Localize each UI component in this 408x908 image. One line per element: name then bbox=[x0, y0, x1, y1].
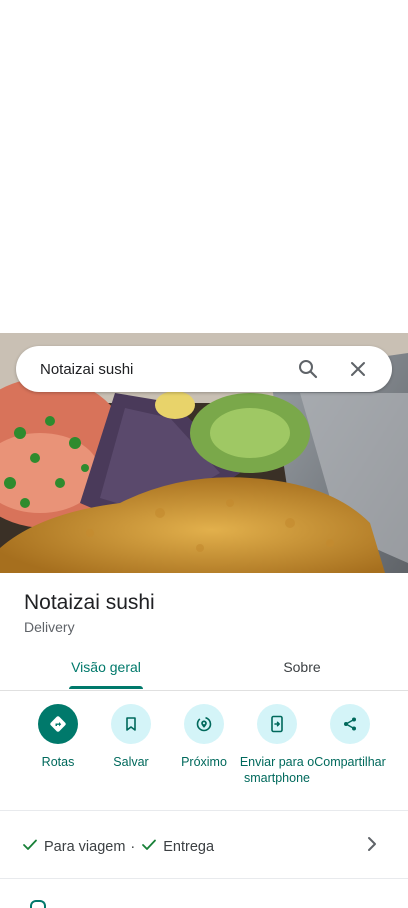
search-query[interactable]: Notaizai sushi bbox=[40, 361, 296, 378]
bookmark-icon bbox=[111, 704, 151, 744]
action-buttons: Rotas Salvar Próximo Enviar para o smart… bbox=[0, 690, 408, 811]
nearby-icon bbox=[184, 704, 224, 744]
tab-overview[interactable]: Visão geral bbox=[0, 645, 212, 689]
directions-button[interactable]: Rotas bbox=[18, 704, 98, 770]
check-icon bbox=[22, 838, 38, 856]
nearby-label: Próximo bbox=[181, 755, 227, 769]
nearby-button[interactable]: Próximo bbox=[164, 704, 244, 770]
save-button[interactable]: Salvar bbox=[91, 704, 171, 770]
tab-about[interactable]: Sobre bbox=[196, 645, 408, 689]
tab-bar: Visão geral Sobre bbox=[0, 645, 408, 691]
delivery-label: Entrega bbox=[163, 839, 215, 855]
send-to-phone-icon bbox=[257, 704, 297, 744]
location-icon bbox=[30, 900, 46, 908]
chevron-right-icon[interactable] bbox=[366, 836, 378, 857]
directions-icon bbox=[38, 704, 78, 744]
directions-label: Rotas bbox=[41, 755, 75, 769]
search-bar[interactable]: Notaizai sushi bbox=[16, 346, 392, 392]
share-icon bbox=[330, 704, 370, 744]
active-tab-indicator bbox=[69, 686, 143, 689]
search-icon[interactable] bbox=[296, 357, 320, 381]
send-to-phone-label: Enviar para o smartphone bbox=[239, 755, 315, 785]
separator: · bbox=[130, 839, 136, 855]
check-icon bbox=[141, 838, 157, 856]
service-options: Para viagem · Entrega bbox=[22, 838, 214, 856]
takeaway-label: Para viagem bbox=[44, 839, 126, 855]
share-button[interactable]: Compartilhar bbox=[310, 704, 390, 770]
share-label: Compartilhar bbox=[314, 755, 386, 769]
service-options-row[interactable]: Para viagem · Entrega bbox=[0, 811, 408, 879]
send-to-phone-button[interactable]: Enviar para o smartphone bbox=[237, 704, 317, 786]
close-icon[interactable] bbox=[346, 357, 370, 381]
place-category: Delivery bbox=[24, 619, 75, 635]
place-title: Notaizai sushi bbox=[24, 591, 155, 614]
save-label: Salvar bbox=[113, 755, 149, 769]
